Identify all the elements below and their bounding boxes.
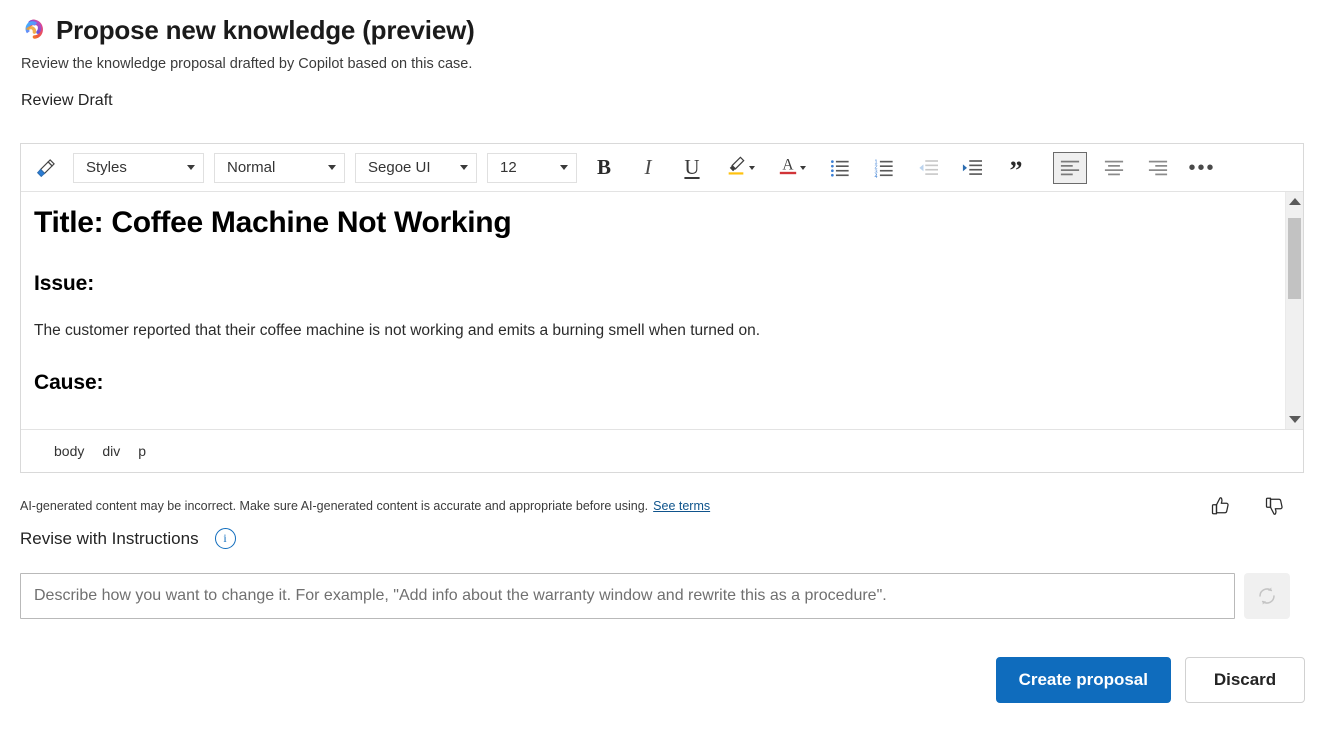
increase-indent-button[interactable]	[955, 152, 989, 184]
info-icon[interactable]: i	[215, 528, 236, 549]
italic-icon: I	[645, 155, 652, 180]
align-left-icon	[1060, 158, 1080, 178]
issue-heading: Issue:	[34, 272, 1269, 296]
footer-actions: Create proposal Discard	[996, 657, 1305, 703]
align-right-icon	[1148, 158, 1168, 178]
styles-dropdown-value: Styles	[86, 159, 127, 176]
path-segment-body[interactable]: body	[54, 443, 84, 459]
font-family-value: Segoe UI	[368, 159, 431, 176]
italic-button[interactable]: I	[631, 152, 665, 184]
thumbs-up-icon[interactable]	[1208, 493, 1234, 519]
chevron-down-icon	[749, 166, 755, 170]
revise-input-row	[20, 573, 1290, 619]
discard-button[interactable]: Discard	[1185, 657, 1305, 703]
path-segment-div[interactable]: div	[102, 443, 120, 459]
align-right-button[interactable]	[1141, 152, 1175, 184]
editor-canvas[interactable]: Title: Coffee Machine Not Working Issue:…	[21, 192, 1285, 429]
bold-icon: B	[597, 155, 611, 180]
align-center-button[interactable]	[1097, 152, 1131, 184]
highlight-icon	[725, 154, 747, 181]
font-color-icon: A	[778, 154, 798, 181]
chevron-down-icon	[187, 165, 195, 170]
chevron-down-icon	[328, 165, 336, 170]
thumbs-down-icon[interactable]	[1262, 493, 1288, 519]
numbered-list-icon: 1 2 3 4	[874, 158, 894, 178]
create-proposal-button[interactable]: Create proposal	[996, 657, 1171, 703]
blockquote-button[interactable]: ”	[999, 152, 1033, 184]
ai-disclaimer-row: AI-generated content may be incorrect. M…	[20, 493, 1304, 519]
revise-section-header: Revise with Instructions i	[20, 528, 236, 549]
numbered-list-button[interactable]: 1 2 3 4	[867, 152, 901, 184]
underline-button[interactable]: U	[675, 152, 709, 184]
format-painter-icon[interactable]	[29, 152, 63, 184]
document-title: Title: Coffee Machine Not Working	[34, 204, 1269, 242]
review-draft-label: Review Draft	[21, 92, 1323, 110]
decrease-indent-button[interactable]	[911, 152, 945, 184]
issue-paragraph: The customer reported that their coffee …	[34, 320, 1269, 342]
chevron-down-icon	[800, 166, 806, 170]
copilot-icon	[20, 17, 46, 43]
ellipsis-icon: •••	[1188, 161, 1215, 175]
page-header: Propose new knowledge (preview) Review t…	[0, 0, 1323, 110]
align-center-icon	[1104, 158, 1124, 178]
more-options-button[interactable]: •••	[1185, 152, 1219, 184]
editor-vertical-scrollbar[interactable]	[1285, 192, 1303, 429]
svg-text:4: 4	[875, 174, 878, 178]
feedback-icons	[1208, 493, 1304, 519]
revise-label: Revise with Instructions	[20, 529, 199, 549]
svg-text:A: A	[782, 157, 794, 174]
font-family-dropdown[interactable]: Segoe UI	[355, 153, 477, 183]
title-row: Propose new knowledge (preview)	[20, 16, 1323, 45]
styles-dropdown[interactable]: Styles	[73, 153, 204, 183]
ai-disclaimer-text: AI-generated content may be incorrect. M…	[20, 499, 648, 513]
scroll-down-arrow-icon[interactable]	[1289, 416, 1301, 423]
revise-instructions-input[interactable]	[20, 573, 1235, 619]
element-path-status-bar: body div p	[21, 430, 1303, 472]
chevron-down-icon	[560, 165, 568, 170]
font-color-button[interactable]: A	[771, 152, 813, 184]
see-terms-link[interactable]: See terms	[653, 499, 710, 513]
path-segment-p[interactable]: p	[138, 443, 146, 459]
bold-button[interactable]: B	[587, 152, 621, 184]
paragraph-style-value: Normal	[227, 159, 275, 176]
font-size-value: 12	[500, 159, 517, 176]
quote-icon: ”	[1010, 157, 1023, 179]
editor-toolbar: Styles Normal Segoe UI 12 B I U	[21, 144, 1303, 192]
page-title: Propose new knowledge (preview)	[56, 16, 475, 45]
decrease-indent-icon	[917, 158, 939, 178]
page-subtitle: Review the knowledge proposal drafted by…	[21, 56, 1323, 72]
scrollbar-thumb[interactable]	[1288, 218, 1301, 299]
cause-heading: Cause:	[34, 371, 1269, 395]
highlight-button[interactable]	[719, 152, 761, 184]
regenerate-icon	[1255, 584, 1279, 608]
bulleted-list-button[interactable]	[823, 152, 857, 184]
regenerate-button[interactable]	[1244, 573, 1290, 619]
rich-text-editor: Styles Normal Segoe UI 12 B I U	[20, 143, 1304, 473]
scroll-up-arrow-icon[interactable]	[1289, 198, 1301, 205]
underline-icon: U	[684, 155, 699, 180]
paragraph-style-dropdown[interactable]: Normal	[214, 153, 345, 183]
chevron-down-icon	[460, 165, 468, 170]
editor-content-area: Title: Coffee Machine Not Working Issue:…	[21, 192, 1303, 430]
font-size-dropdown[interactable]: 12	[487, 153, 577, 183]
increase-indent-icon	[961, 158, 983, 178]
align-left-button[interactable]	[1053, 152, 1087, 184]
bulleted-list-icon	[830, 158, 850, 178]
